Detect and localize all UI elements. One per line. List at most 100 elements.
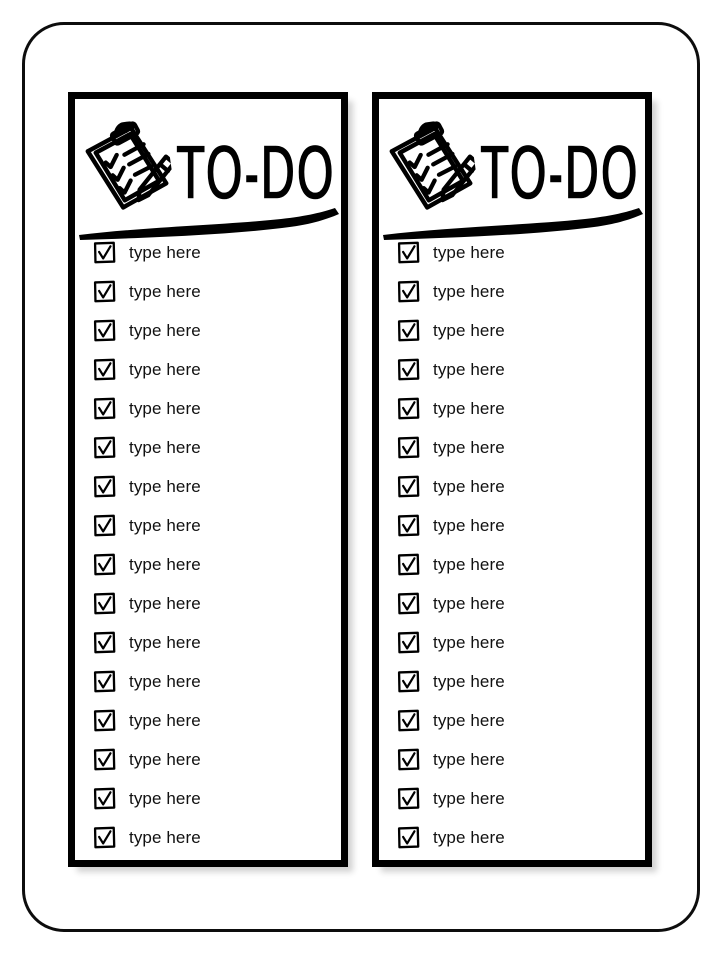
printable-page: TO-DO TO-DO type here type here type her… [0, 0, 720, 960]
checkbox-checked-icon[interactable] [92, 435, 117, 460]
todo-row-label: type here [433, 515, 505, 535]
todo-row-left-8[interactable]: type here [92, 506, 341, 545]
checkbox-checked-icon[interactable] [92, 825, 117, 850]
todo-row-label: type here [129, 359, 201, 379]
todo-row-label: type here [129, 242, 201, 262]
todo-row-left-9[interactable]: type here [92, 545, 341, 584]
checkbox-checked-icon[interactable] [92, 240, 117, 265]
todo-row-right-1[interactable]: type here [396, 233, 645, 272]
todo-row-right-14[interactable]: type here [396, 740, 645, 779]
todo-row-label: type here [129, 437, 201, 457]
todo-row-left-10[interactable]: type here [92, 584, 341, 623]
checkbox-checked-icon[interactable] [92, 396, 117, 421]
checkbox-checked-icon[interactable] [396, 669, 421, 694]
checkbox-checked-icon[interactable] [92, 786, 117, 811]
todo-row-right-11[interactable]: type here [396, 623, 645, 662]
todo-row-left-16[interactable]: type here [92, 818, 341, 857]
checkbox-checked-icon[interactable] [92, 630, 117, 655]
todo-row-right-5[interactable]: type here [396, 389, 645, 428]
checkbox-checked-icon[interactable] [92, 474, 117, 499]
todo-row-left-15[interactable]: type here [92, 779, 341, 818]
checkbox-checked-icon[interactable] [92, 552, 117, 577]
todo-row-right-7[interactable]: type here [396, 467, 645, 506]
card-header: TO-DO TO-DO [75, 99, 341, 240]
todo-row-label: type here [433, 359, 505, 379]
todo-row-label: type here [433, 632, 505, 652]
checkbox-checked-icon[interactable] [92, 669, 117, 694]
todo-row-label: type here [129, 749, 201, 769]
checkbox-checked-icon[interactable] [396, 435, 421, 460]
todo-row-left-14[interactable]: type here [92, 740, 341, 779]
todo-row-right-15[interactable]: type here [396, 779, 645, 818]
todo-row-right-16[interactable]: type here [396, 818, 645, 857]
todo-row-right-13[interactable]: type here [396, 701, 645, 740]
todo-row-label: type here [433, 788, 505, 808]
checkbox-checked-icon[interactable] [396, 786, 421, 811]
todo-row-label: type here [433, 437, 505, 457]
checkbox-checked-icon[interactable] [396, 396, 421, 421]
todo-row-left-3[interactable]: type here [92, 311, 341, 350]
todo-row-right-6[interactable]: type here [396, 428, 645, 467]
clipboard-checklist-pencil-icon [85, 121, 176, 210]
checkbox-checked-icon[interactable] [396, 279, 421, 304]
checkbox-checked-icon[interactable] [396, 357, 421, 382]
todo-row-right-9[interactable]: type here [396, 545, 645, 584]
checkbox-checked-icon[interactable] [92, 318, 117, 343]
checkbox-checked-icon[interactable] [396, 552, 421, 577]
checkbox-checked-icon[interactable] [396, 630, 421, 655]
todo-row-label: type here [433, 398, 505, 418]
todo-row-label: type here [433, 281, 505, 301]
todo-row-label: type here [129, 827, 201, 847]
todo-wordmark-inline: TO-DO [175, 129, 334, 212]
checkbox-checked-icon[interactable] [92, 591, 117, 616]
todo-row-right-4[interactable]: type here [396, 350, 645, 389]
checkbox-checked-icon[interactable] [396, 747, 421, 772]
todo-row-right-3[interactable]: type here [396, 311, 645, 350]
checkbox-checked-icon[interactable] [92, 708, 117, 733]
todo-row-left-1[interactable]: type here [92, 233, 341, 272]
checkbox-checked-icon[interactable] [396, 240, 421, 265]
checkbox-checked-icon[interactable] [396, 474, 421, 499]
todo-row-label: type here [433, 554, 505, 574]
todo-wordmark: TO-DO TO-DO [174, 128, 335, 212]
todo-row-left-6[interactable]: type here [92, 428, 341, 467]
todo-row-label: type here [129, 710, 201, 730]
todo-row-left-12[interactable]: type here [92, 662, 341, 701]
todo-card-right: TO-DO TO-DO type here type here type her… [372, 92, 652, 867]
checkbox-checked-icon[interactable] [396, 708, 421, 733]
todo-row-right-2[interactable]: type here [396, 272, 645, 311]
todo-wordmark-inline: TO-DO [479, 129, 638, 212]
checkbox-checked-icon[interactable] [92, 279, 117, 304]
todo-row-label: type here [129, 593, 201, 613]
checkbox-checked-icon[interactable] [92, 357, 117, 382]
todo-row-left-5[interactable]: type here [92, 389, 341, 428]
todo-row-left-7[interactable]: type here [92, 467, 341, 506]
todo-row-left-2[interactable]: type here [92, 272, 341, 311]
todo-row-right-12[interactable]: type here [396, 662, 645, 701]
todo-list-left: type here type here type here type here … [75, 233, 341, 857]
todo-row-label: type here [433, 593, 505, 613]
todo-row-left-13[interactable]: type here [92, 701, 341, 740]
todo-row-left-4[interactable]: type here [92, 350, 341, 389]
todo-row-left-11[interactable]: type here [92, 623, 341, 662]
todo-row-label: type here [129, 515, 201, 535]
todo-cards-container: TO-DO TO-DO type here type here type her… [68, 92, 652, 867]
todo-row-right-10[interactable]: type here [396, 584, 645, 623]
checkbox-checked-icon[interactable] [92, 747, 117, 772]
todo-row-right-8[interactable]: type here [396, 506, 645, 545]
checkbox-checked-icon[interactable] [92, 513, 117, 538]
todo-row-label: type here [129, 320, 201, 340]
todo-list-right: type here type here type here type here … [379, 233, 645, 857]
todo-row-label: type here [129, 632, 201, 652]
todo-row-label: type here [433, 827, 505, 847]
checkbox-checked-icon[interactable] [396, 591, 421, 616]
todo-card-left: TO-DO TO-DO type here type here type her… [68, 92, 348, 867]
todo-row-label: type here [129, 398, 201, 418]
todo-row-label: type here [433, 476, 505, 496]
card-header: TO-DO TO-DO [379, 99, 645, 240]
todo-row-label: type here [433, 242, 505, 262]
checkbox-checked-icon[interactable] [396, 513, 421, 538]
checkbox-checked-icon[interactable] [396, 825, 421, 850]
checkbox-checked-icon[interactable] [396, 318, 421, 343]
todo-row-label: type here [433, 671, 505, 691]
